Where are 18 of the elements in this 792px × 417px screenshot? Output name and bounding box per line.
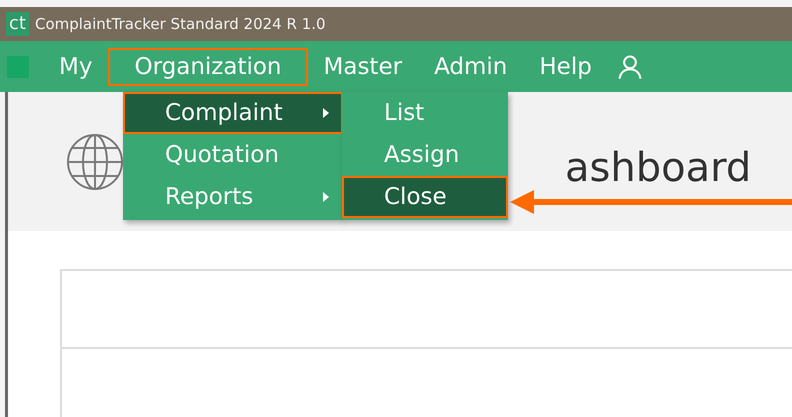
submenu-item[interactable]: Assign — [342, 134, 508, 176]
app-logo: ct — [6, 12, 29, 36]
dropdown-item[interactable]: Reports — [123, 176, 343, 218]
submenu-item[interactable]: List — [342, 92, 508, 134]
menu-item[interactable]: My — [43, 48, 108, 86]
submenu-item[interactable]: Close — [342, 176, 508, 218]
page-title: ashboard — [565, 144, 752, 190]
menu-item[interactable]: Master — [308, 48, 418, 86]
caret-icon — [323, 192, 329, 202]
menu-item[interactable]: Organization — [108, 48, 308, 86]
globe-icon — [65, 132, 125, 192]
menu-item[interactable]: Admin — [418, 48, 524, 86]
menu-item[interactable]: Help — [523, 48, 608, 86]
caret-icon — [323, 108, 329, 118]
dropdown-item[interactable]: Complaint — [123, 92, 343, 134]
user-icon[interactable] — [616, 52, 644, 80]
dropdown-item[interactable]: Quotation — [123, 134, 343, 176]
window-title: ComplaintTracker Standard 2024 R 1.0 — [34, 15, 326, 33]
